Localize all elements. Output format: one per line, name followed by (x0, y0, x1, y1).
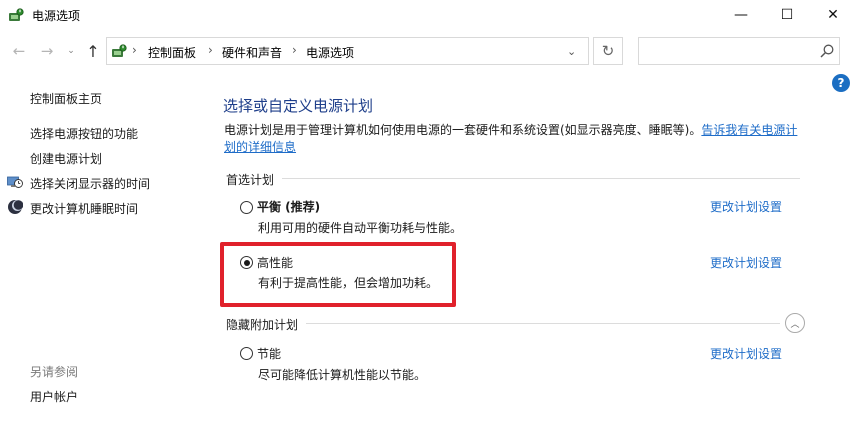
help-icon: ? (837, 76, 845, 90)
sidebar-control-panel-home[interactable]: 控制面板主页 (30, 90, 102, 107)
sidebar-item-display-off[interactable]: 选择关闭显示器的时间 (30, 175, 150, 192)
breadcrumb-separator[interactable]: › (292, 43, 297, 57)
page-description: 电源计划是用于管理计算机如何使用电源的一套硬件和系统设置(如显示器亮度、睡眠等)… (224, 122, 804, 156)
maximize-button[interactable]: ☐ (764, 0, 810, 30)
back-button[interactable]: ← (10, 42, 28, 60)
sidebar-item-user-accounts[interactable]: 用户帐户 (30, 388, 78, 405)
forward-button[interactable]: → (38, 42, 56, 60)
address-bar[interactable]: › 控制面板 › 硬件和声音 › 电源选项 ⌄ (106, 37, 589, 65)
page-title: 选择或自定义电源计划 (223, 97, 374, 115)
close-icon: ✕ (827, 7, 839, 23)
see-also-heading: 另请参阅 (30, 365, 79, 379)
sidebar-item-create-plan[interactable]: 创建电源计划 (30, 150, 102, 167)
section-divider (306, 323, 780, 324)
plan-power-saver-name[interactable]: 节能 (257, 345, 281, 362)
breadcrumb-hardware-sound[interactable]: 硬件和声音 (222, 44, 282, 61)
chevron-down-icon: ⌄ (67, 46, 75, 56)
help-button[interactable]: ? (832, 74, 850, 92)
selection-highlight-box (220, 242, 456, 307)
window-title: 电源选项 (32, 9, 81, 23)
minimize-icon: — (734, 7, 748, 23)
sidebar-item-sleep-time[interactable]: 更改计算机睡眠时间 (30, 200, 138, 217)
plan-balanced-change-settings-link[interactable]: 更改计划设置 (710, 198, 782, 215)
search-icon[interactable] (819, 43, 835, 59)
recent-locations-button[interactable]: ⌄ (62, 42, 80, 60)
chevron-up-icon: ︿ (790, 319, 800, 330)
collapse-hidden-plans-button[interactable]: ︿ (785, 313, 805, 333)
search-input[interactable] (638, 37, 840, 65)
power-options-icon (9, 8, 24, 21)
control-panel-icon (112, 44, 127, 57)
sidebar-item-power-button[interactable]: 选择电源按钮的功能 (30, 125, 138, 142)
address-dropdown-icon[interactable]: ⌄ (567, 45, 576, 58)
up-button[interactable]: ↑ (84, 41, 102, 61)
refresh-button[interactable]: ↻ (593, 37, 623, 65)
plan-high-performance-change-settings-link[interactable]: 更改计划设置 (710, 254, 782, 271)
close-button[interactable]: ✕ (810, 0, 856, 30)
moon-icon (8, 200, 23, 214)
plan-balanced-description: 利用可用的硬件自动平衡功耗与性能。 (258, 221, 463, 235)
preferred-plans-label: 首选计划 (226, 173, 275, 187)
minimize-button[interactable]: — (718, 0, 764, 30)
breadcrumb-power-options[interactable]: 电源选项 (306, 44, 354, 61)
display-clock-icon (7, 176, 23, 188)
hidden-plans-label: 隐藏附加计划 (226, 318, 299, 332)
plan-power-saver-description: 尽可能降低计算机性能以节能。 (258, 368, 427, 382)
breadcrumb-separator: › (132, 43, 137, 57)
plan-power-saver-change-settings-link[interactable]: 更改计划设置 (710, 345, 782, 362)
description-text: 电源计划是用于管理计算机如何使用电源的一套硬件和系统设置(如显示器亮度、睡眠等)… (224, 123, 702, 137)
plan-balanced-name[interactable]: 平衡 (推荐) (257, 198, 320, 215)
title-bar: 电源选项 — ☐ ✕ (0, 0, 856, 30)
breadcrumb-control-panel[interactable]: 控制面板 (148, 44, 196, 61)
plan-balanced-radio[interactable] (240, 201, 253, 214)
arrow-up-icon: ↑ (86, 41, 100, 61)
plan-power-saver-radio[interactable] (240, 347, 253, 360)
refresh-icon: ↻ (601, 42, 615, 60)
breadcrumb-separator[interactable]: › (208, 43, 213, 57)
section-divider (282, 178, 800, 179)
maximize-icon: ☐ (780, 7, 794, 23)
arrow-left-icon: ← (12, 42, 26, 60)
arrow-right-icon: → (40, 42, 54, 60)
navigation-bar: ← → ⌄ ↑ › 控制面板 › 硬件和声音 › 电源选项 ⌄ ↻ (0, 34, 856, 68)
